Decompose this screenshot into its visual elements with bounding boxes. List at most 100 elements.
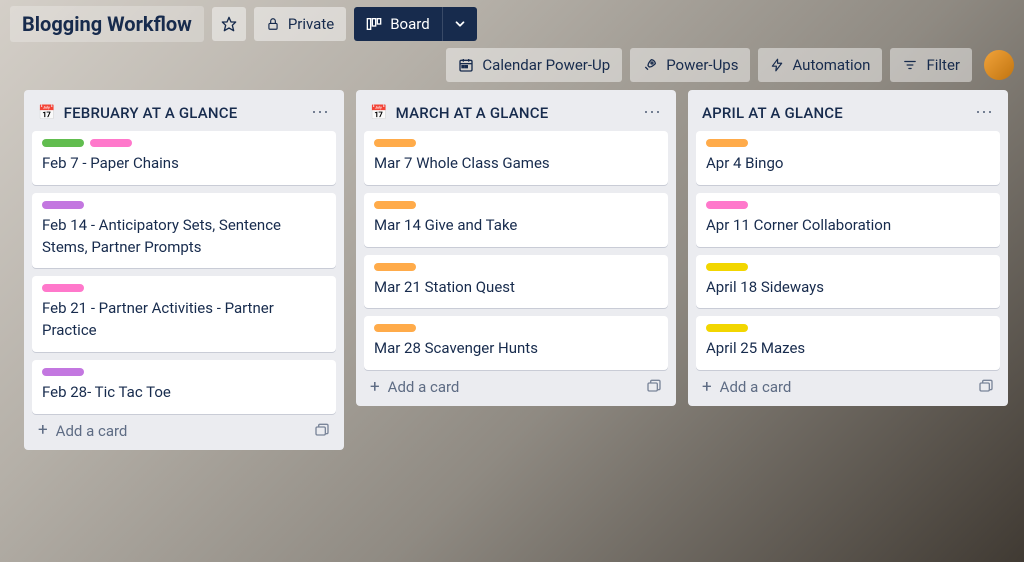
card-labels (706, 201, 990, 209)
card-labels (374, 139, 658, 147)
filter-button[interactable]: Filter (890, 48, 972, 82)
board-view-label: Board (390, 15, 429, 33)
add-card-button[interactable]: + Add a card (364, 370, 668, 398)
card[interactable]: April 18 Sideways (696, 255, 1000, 309)
card-title: Mar 7 Whole Class Games (374, 153, 658, 175)
card[interactable]: Mar 21 Station Quest (364, 255, 668, 309)
privacy-button[interactable]: Private (254, 7, 346, 41)
card-template-icon[interactable] (978, 379, 994, 395)
card-title: Feb 28- Tic Tac Toe (42, 382, 326, 404)
add-card-button[interactable]: + Add a card (696, 370, 1000, 398)
list-header: 📅MARCH AT A GLANCE ⋯ (364, 98, 668, 131)
label-yellow[interactable] (706, 324, 748, 332)
label-orange[interactable] (374, 263, 416, 271)
card[interactable]: Mar 7 Whole Class Games (364, 131, 668, 185)
card[interactable]: Feb 28- Tic Tac Toe (32, 360, 336, 414)
list: 📅MARCH AT A GLANCE ⋯ Mar 7 Whole Class Gam… (356, 90, 676, 406)
list-title[interactable]: 📅 FEBRUARY AT A GLANCE (38, 104, 237, 122)
add-card-label: Add a card (56, 422, 128, 440)
card-labels (706, 324, 990, 332)
chevron-down-icon (453, 17, 467, 31)
label-green[interactable] (42, 139, 84, 147)
label-pink[interactable] (90, 139, 132, 147)
list-title[interactable]: 📅MARCH AT A GLANCE (370, 104, 548, 122)
automation-button[interactable]: Automation (758, 48, 882, 82)
card-title: April 18 Sideways (706, 277, 990, 299)
card-title: Apr 4 Bingo (706, 153, 990, 175)
card-title: Mar 28 Scavenger Hunts (374, 338, 658, 360)
card-list: Apr 4 Bingo Apr 11 Corner Collaboration Ap… (696, 131, 1000, 370)
label-purple[interactable] (42, 201, 84, 209)
board-canvas: 📅 FEBRUARY AT A GLANCE ⋯ Feb 7 - Paper Chai… (0, 90, 1024, 460)
list: APRIL AT A GLANCE ⋯ Apr 4 Bingo Apr 11 Corn… (688, 90, 1008, 406)
board-view-button[interactable]: Board (354, 7, 441, 41)
label-pink[interactable] (42, 284, 84, 292)
list-menu-button[interactable]: ⋯ (975, 102, 994, 123)
calendar-icon (458, 57, 474, 73)
card-template-icon[interactable] (646, 379, 662, 395)
card-template-icon[interactable] (314, 423, 330, 439)
card-labels (374, 263, 658, 271)
powerups-button[interactable]: Power-Ups (630, 48, 750, 82)
card[interactable]: Feb 14 - Anticipatory Sets, Sentence Ste… (32, 193, 336, 269)
list: 📅 FEBRUARY AT A GLANCE ⋯ Feb 7 - Paper Chai… (24, 90, 344, 450)
bolt-icon (770, 57, 784, 73)
lock-icon (266, 17, 280, 31)
privacy-label: Private (288, 15, 334, 33)
card-list: Feb 7 - Paper Chains Feb 14 - Anticipator… (32, 131, 336, 414)
view-switcher: Board (354, 7, 476, 41)
label-orange[interactable] (374, 201, 416, 209)
add-card-button[interactable]: + Add a card (32, 414, 336, 442)
view-dropdown-button[interactable] (442, 7, 477, 41)
plus-icon: + (370, 379, 380, 396)
card[interactable]: Mar 14 Give and Take (364, 193, 668, 247)
card-labels (42, 284, 326, 292)
label-yellow[interactable] (706, 263, 748, 271)
calendar-powerup-label: Calendar Power-Up (482, 56, 610, 74)
avatar[interactable] (984, 50, 1014, 80)
plus-icon: + (702, 379, 712, 396)
card-labels (706, 263, 990, 271)
card-labels (706, 139, 990, 147)
add-card-label: Add a card (720, 378, 792, 396)
label-orange[interactable] (374, 139, 416, 147)
card-labels (374, 201, 658, 209)
board-toolbar: Calendar Power-Up Power-Ups Automation F… (0, 46, 1024, 90)
card-title: Apr 11 Corner Collaboration (706, 215, 990, 237)
automation-label: Automation (792, 56, 870, 74)
star-icon (221, 16, 237, 32)
list-menu-button[interactable]: ⋯ (311, 102, 330, 123)
card-title: Mar 14 Give and Take (374, 215, 658, 237)
list-title-text: MARCH AT A GLANCE (396, 104, 549, 122)
board-icon (366, 17, 382, 31)
card[interactable]: April 25 Mazes (696, 316, 1000, 370)
card[interactable]: Mar 28 Scavenger Hunts (364, 316, 668, 370)
label-purple[interactable] (42, 368, 84, 376)
plus-icon: + (38, 422, 48, 439)
list-menu-button[interactable]: ⋯ (643, 102, 662, 123)
board-title[interactable]: Blogging Workflow (10, 6, 204, 42)
list-title-text: APRIL AT A GLANCE (702, 104, 843, 122)
card-title: Feb 21 - Partner Activities - Partner Pr… (42, 298, 326, 342)
card-list: Mar 7 Whole Class Games Mar 14 Give and T… (364, 131, 668, 370)
calendar-powerup-button[interactable]: Calendar Power-Up (446, 48, 622, 82)
label-pink[interactable] (706, 201, 748, 209)
filter-icon (902, 58, 918, 72)
calendar-emoji-icon: 📅 (38, 105, 56, 121)
card[interactable]: Feb 21 - Partner Activities - Partner Pr… (32, 276, 336, 352)
label-orange[interactable] (706, 139, 748, 147)
card[interactable]: Apr 4 Bingo (696, 131, 1000, 185)
label-orange[interactable] (374, 324, 416, 332)
card-title: April 25 Mazes (706, 338, 990, 360)
card-labels (374, 324, 658, 332)
powerups-label: Power-Ups (666, 56, 738, 74)
card-labels (42, 139, 326, 147)
card-labels (42, 368, 326, 376)
star-button[interactable] (212, 7, 246, 41)
add-card-label: Add a card (388, 378, 460, 396)
card[interactable]: Apr 11 Corner Collaboration (696, 193, 1000, 247)
list-header: 📅 FEBRUARY AT A GLANCE ⋯ (32, 98, 336, 131)
card[interactable]: Feb 7 - Paper Chains (32, 131, 336, 185)
list-title[interactable]: APRIL AT A GLANCE (702, 104, 843, 122)
list-title-text: FEBRUARY AT A GLANCE (64, 104, 238, 122)
